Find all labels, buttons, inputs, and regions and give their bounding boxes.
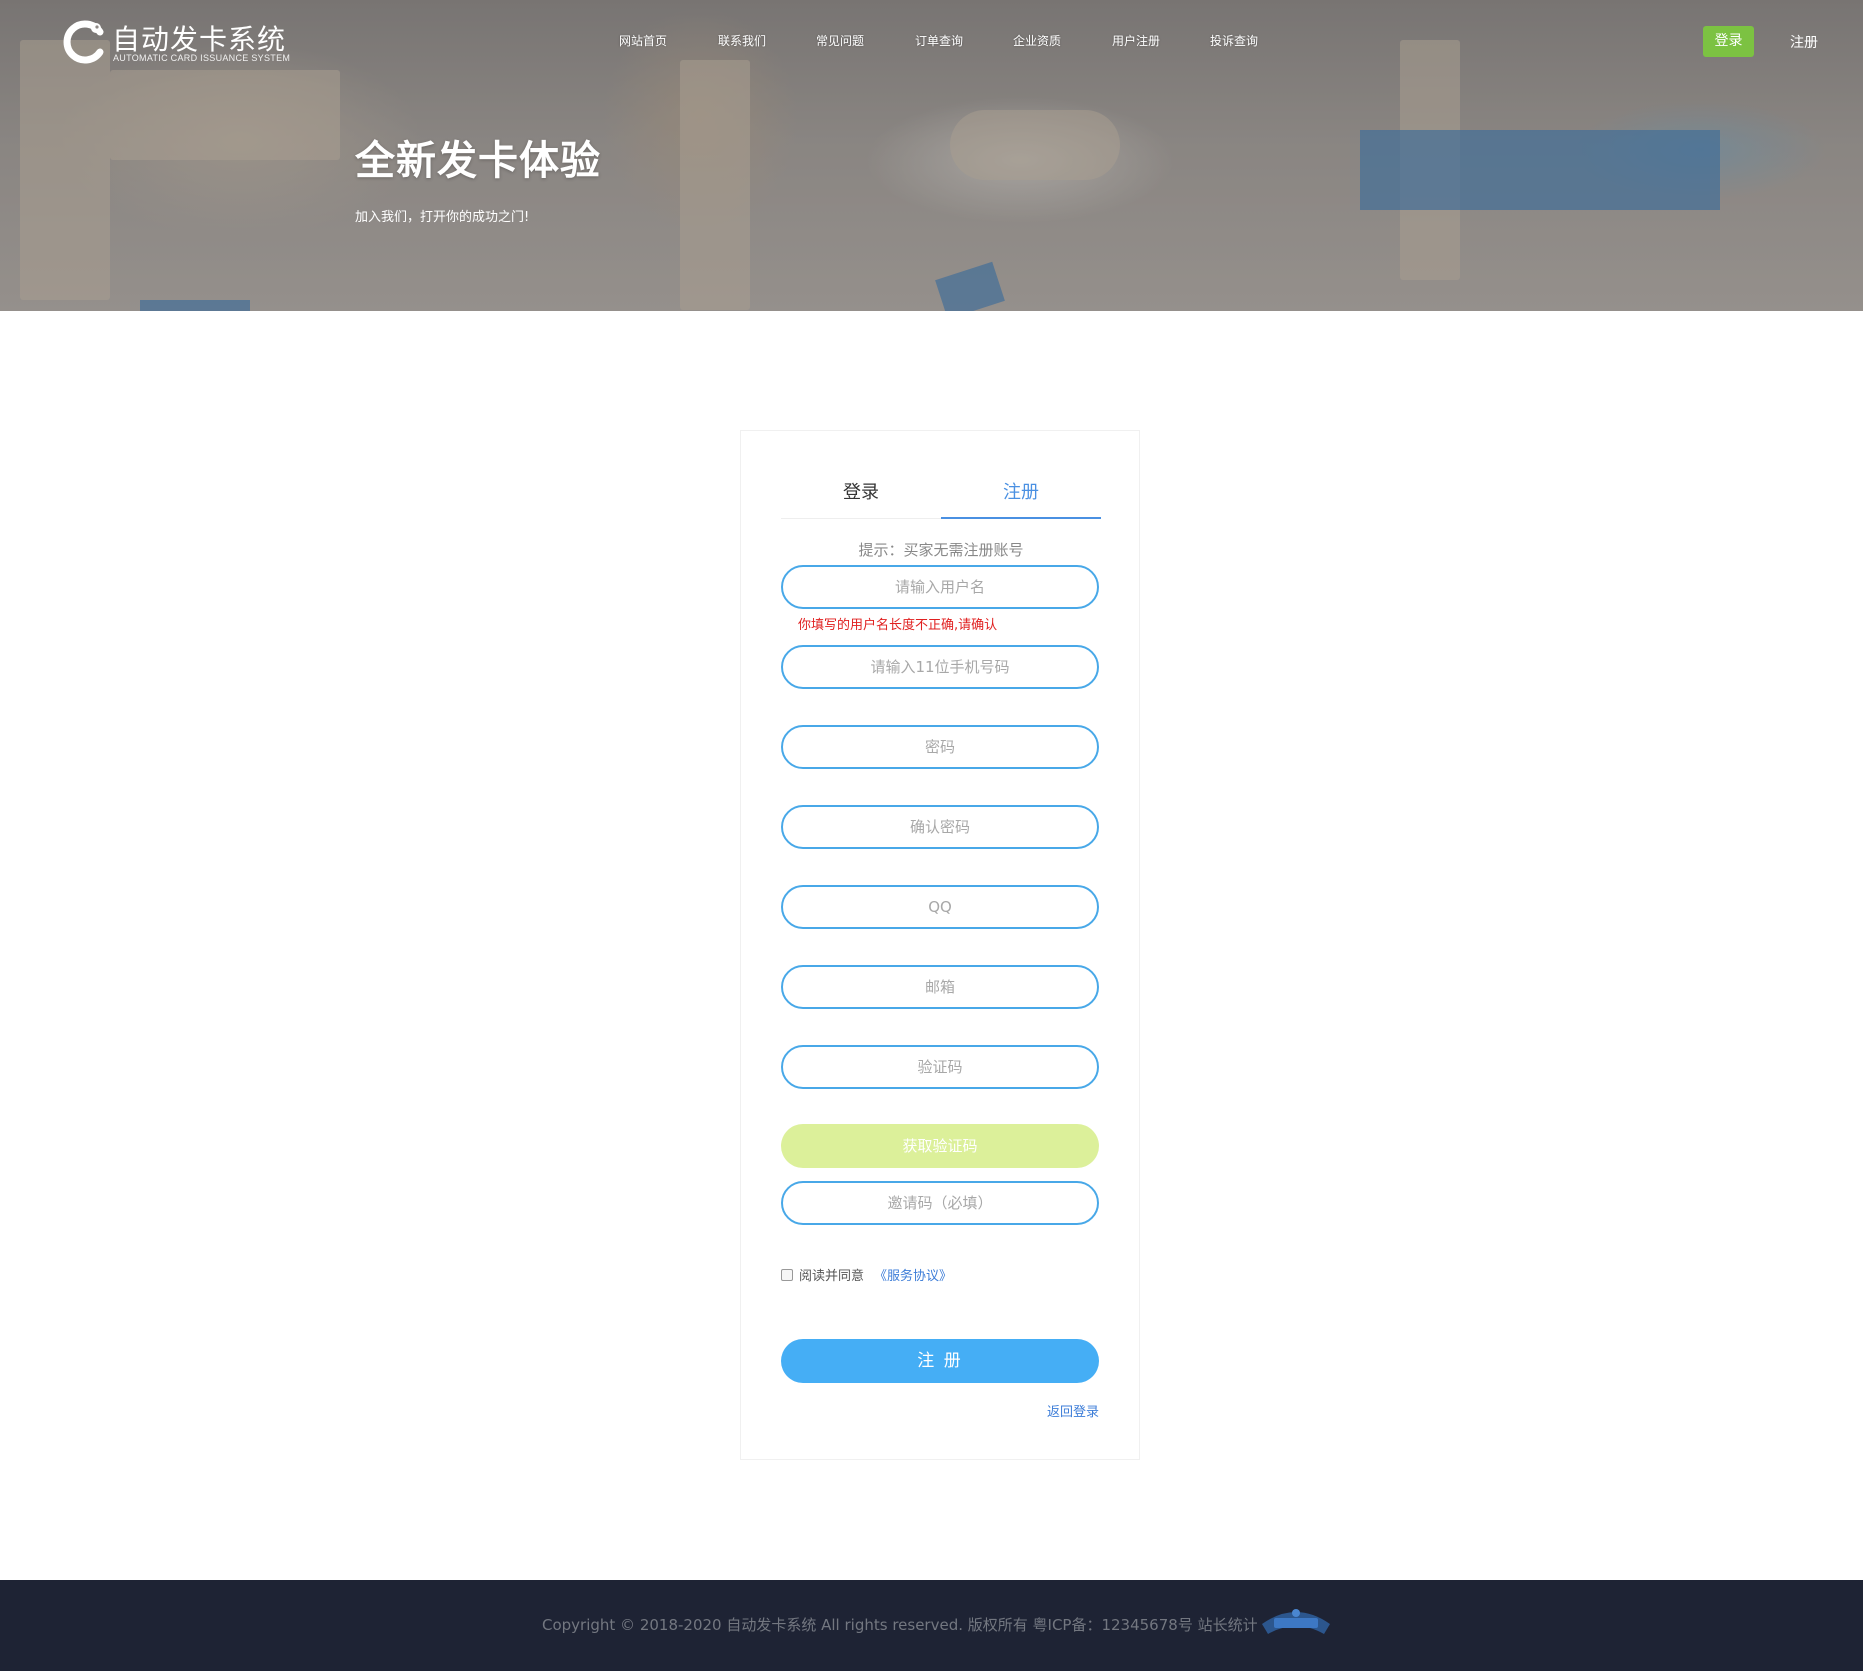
email-input[interactable] <box>781 965 1099 1009</box>
captcha-input[interactable] <box>781 1045 1099 1089</box>
logo-subtitle: AUTOMATIC CARD ISSUANCE SYSTEM <box>113 53 291 63</box>
service-agreement-link[interactable]: 《服务协议》 <box>874 1265 952 1284</box>
phone-input[interactable] <box>781 645 1099 689</box>
invite-code-input[interactable] <box>781 1181 1099 1225</box>
password-input[interactable] <box>781 725 1099 769</box>
nav-item-contact[interactable]: 联系我们 <box>718 32 766 49</box>
footer-copyright: Copyright © 2018-2020 自动发卡系统 All rights … <box>542 1616 1258 1634</box>
tab-login[interactable]: 登录 <box>781 471 941 517</box>
site-logo[interactable]: 自动发卡系统 AUTOMATIC CARD ISSUANCE SYSTEM <box>60 18 290 68</box>
nav-item-home[interactable]: 网站首页 <box>619 32 667 49</box>
username-input[interactable] <box>781 565 1099 609</box>
logo-title: 自动发卡系统 <box>112 23 287 56</box>
hero-title: 全新发卡体验 <box>355 138 601 184</box>
footer: Copyright © 2018-2020 自动发卡系统 All rights … <box>0 1580 1863 1671</box>
agree-checkbox[interactable] <box>781 1269 793 1281</box>
auth-tabs: 登录 注册 <box>781 471 1101 519</box>
agree-text: 阅读并同意 <box>799 1269 865 1284</box>
hero-banner: 自动发卡系统 AUTOMATIC CARD ISSUANCE SYSTEM 网站… <box>0 0 1863 311</box>
logo-icon <box>63 20 104 64</box>
verification-badge-icon[interactable] <box>1258 1604 1334 1638</box>
qq-input[interactable] <box>781 885 1099 929</box>
nav-item-user-register[interactable]: 用户注册 <box>1112 32 1160 49</box>
username-error: 你填写的用户名长度不正确,请确认 <box>798 618 998 633</box>
get-code-button[interactable]: 获取验证码 <box>781 1124 1099 1168</box>
register-submit-button[interactable]: 注 册 <box>781 1339 1099 1383</box>
hero-subtitle: 加入我们，打开你的成功之门! <box>355 210 530 225</box>
register-hint: 提示：买家无需注册账号 <box>858 541 1024 559</box>
header-register-link[interactable]: 注册 <box>1790 32 1818 52</box>
nav-item-complaint[interactable]: 投诉查询 <box>1210 32 1258 49</box>
nav-item-qualification[interactable]: 企业资质 <box>1013 32 1061 49</box>
nav-item-order-query[interactable]: 订单查询 <box>915 32 963 49</box>
register-card: 登录 注册 提示：买家无需注册账号 你填写的用户名长度不正确,请确认 获取验证码… <box>740 430 1140 1460</box>
tab-register[interactable]: 注册 <box>941 471 1101 519</box>
back-to-login-link[interactable]: 返回登录 <box>1047 1401 1099 1420</box>
nav-item-faq[interactable]: 常见问题 <box>816 32 864 49</box>
confirm-password-input[interactable] <box>781 805 1099 849</box>
header-login-button[interactable]: 登录 <box>1703 26 1754 57</box>
